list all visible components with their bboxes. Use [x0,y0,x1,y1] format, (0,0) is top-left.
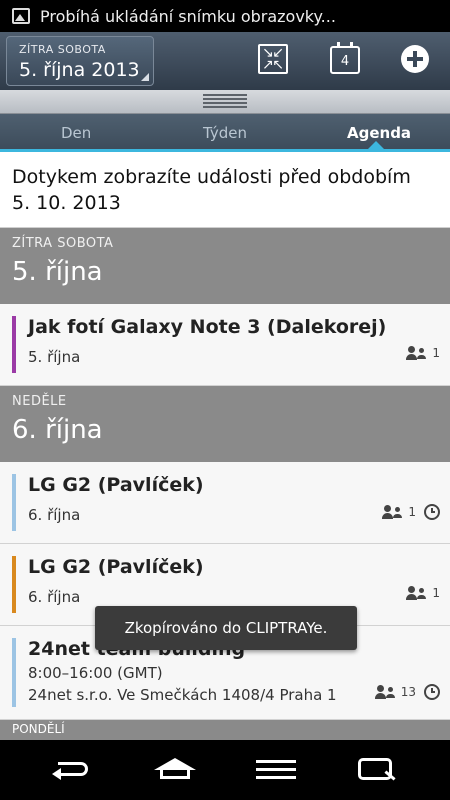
today-calendar-icon[interactable]: 4 [330,42,360,74]
status-notification-text: Probíhá ukládání snímku obrazovky... [40,6,336,26]
attendees-icon [406,586,428,600]
status-bar: Probíhá ukládání snímku obrazovky... [0,0,450,32]
day-header: NEDĚLE 6. října [0,386,450,462]
dropdown-corner-icon [141,73,149,81]
alarm-icon [424,684,440,700]
day-of-week: ZÍTRA SOBOTA [12,236,114,251]
navigation-bar [0,740,450,800]
add-event-icon[interactable] [401,45,429,73]
event-meta: 1 [406,346,440,360]
back-icon[interactable] [52,756,98,784]
drag-handle-bar[interactable] [0,90,450,114]
load-earlier-hint[interactable]: Dotykem zobrazíte události před obdobím … [0,152,450,228]
event-date: 5. října [28,348,81,366]
event-date: 6. října [28,588,81,606]
menu-icon[interactable] [254,756,300,784]
event-item[interactable]: Jak fotí Galaxy Note 3 (Dalekorej) 5. ří… [0,304,450,386]
event-meta: 1 [406,586,440,600]
event-item[interactable]: LG G2 (Pavlíček) 6. října 1 [0,462,450,544]
event-color-bar [12,556,16,613]
event-meta: 1 [382,504,440,520]
hint-text: Dotykem zobrazíte události před obdobím [12,166,411,188]
date-selector-button[interactable]: ZÍTRA SOBOTA 5. října 2013 [6,36,154,86]
attendees-icon [382,505,404,519]
date-selector-value: 5. října 2013 [19,59,140,81]
collapse-icon[interactable]: ↘ ↙ ↗ ↖ [258,44,288,74]
event-title: Jak fotí Galaxy Note 3 (Dalekorej) [28,316,387,338]
tab-den[interactable]: Den [61,124,91,142]
day-of-week: NEDĚLE [12,394,67,409]
day-header-peek: PONDĚLÍ [0,720,450,740]
attendees-icon [374,685,397,699]
event-meta: 13 [374,684,440,700]
event-color-bar [12,316,16,373]
calendar-toolbar: ZÍTRA SOBOTA 5. října 2013 ↘ ↙ ↗ ↖ 4 [0,32,450,90]
tab-tyden[interactable]: Týden [203,124,247,142]
toast-message: Zkopírováno do CLIPTRAYe. [95,606,357,650]
event-title: LG G2 (Pavlíček) [28,556,204,578]
event-color-bar [12,474,16,531]
grip-icon [203,94,247,108]
event-time: 8:00–16:00 (GMT) [28,664,163,682]
attendee-count: 1 [432,346,440,360]
day-date: 5. října [12,257,103,287]
tab-agenda[interactable]: Agenda [347,124,411,142]
event-color-bar [12,638,16,707]
date-selector-label: ZÍTRA SOBOTA [19,43,106,56]
qslide-icon[interactable] [356,756,402,784]
today-calendar-day: 4 [340,54,350,69]
event-location: 24net s.r.o. Ve Smečkách 1408/4 Praha 1 [28,686,337,704]
day-date: 6. října [12,415,103,445]
attendees-icon [406,346,428,360]
home-icon[interactable] [152,756,198,784]
view-tabs: Den Týden Agenda [0,114,450,152]
image-icon [12,8,30,24]
hint-date: 5. 10. 2013 [12,192,121,214]
agenda-list: Dotykem zobrazíte události před obdobím … [0,152,450,740]
attendee-count: 1 [408,505,416,519]
attendee-count: 1 [432,586,440,600]
attendee-count: 13 [400,685,416,699]
alarm-icon [424,504,440,520]
active-tab-indicator [368,141,384,149]
event-title: LG G2 (Pavlíček) [28,474,204,496]
day-header: ZÍTRA SOBOTA 5. října [0,228,450,304]
event-date: 6. října [28,506,81,524]
